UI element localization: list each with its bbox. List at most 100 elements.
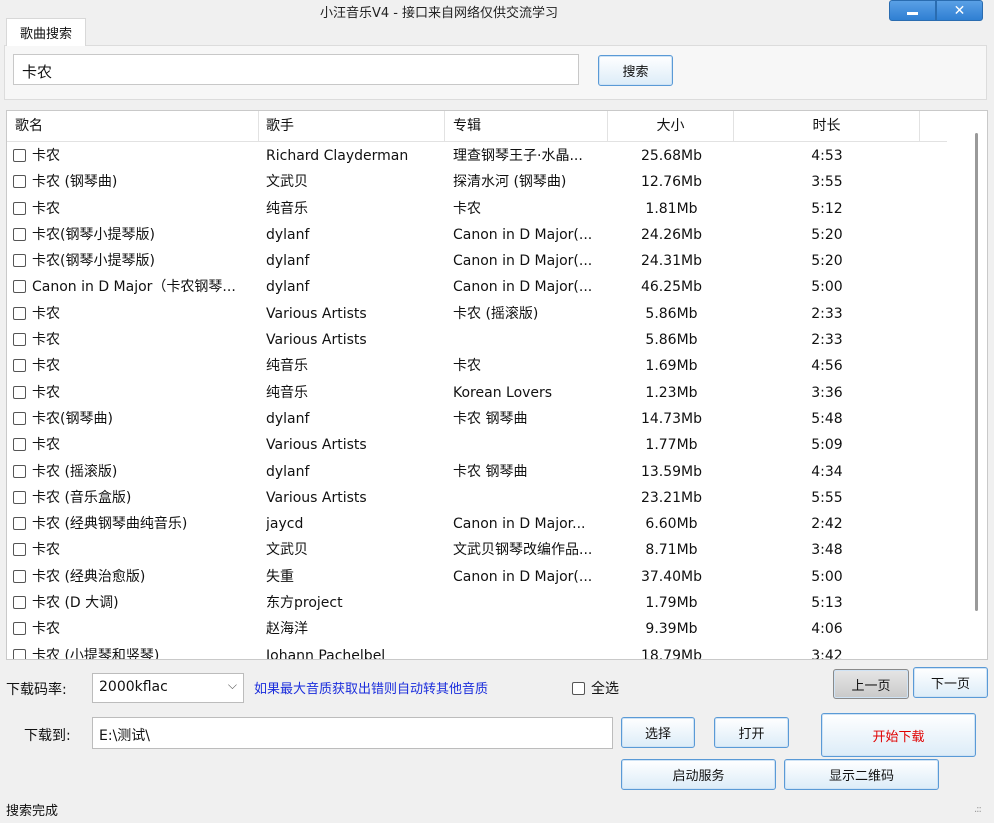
row-checkbox[interactable] (13, 280, 26, 294)
song-name: 卡农 (32, 332, 60, 349)
song-name-cell: 卡农 (13, 327, 258, 353)
bitrate-select[interactable]: 2000kflac ⌵ (92, 673, 244, 703)
song-rows: 卡农 Richard Clayderman 理查钢琴王子·水晶... 25.68Mb 4… (7, 143, 967, 659)
table-row[interactable]: 卡农 纯音乐 卡农 1.81Mb 5:12 (7, 196, 967, 222)
row-checkbox[interactable] (13, 648, 26, 659)
select-all-label: 全选 (591, 681, 619, 697)
start-service-button[interactable]: 启动服务 (621, 759, 776, 790)
song-duration: 3:48 (811, 542, 843, 559)
table-row[interactable]: Canon in D Major（卡农钢琴... dylanf Canon in D… (7, 274, 967, 300)
column-header-name[interactable]: 歌名 (7, 111, 259, 142)
song-artist: dylanf (266, 253, 310, 270)
table-row[interactable]: 卡农 (D 大调) 东方project 1.79Mb 5:13 (7, 590, 967, 616)
song-name-cell: 卡农 (音乐盒版) (13, 485, 258, 511)
row-checkbox[interactable] (13, 438, 26, 452)
table-row[interactable]: 卡农 文武贝 文武贝钢琴改编作品... 8.71Mb 3:48 (7, 537, 967, 563)
song-artist: 失重 (266, 568, 294, 585)
song-size: 5.86Mb (645, 332, 698, 349)
column-header-duration[interactable]: 时长 (734, 111, 920, 142)
song-name-cell: 卡农 (经典钢琴曲纯音乐) (13, 511, 258, 537)
table-row[interactable]: 卡农 (小提琴和竖琴) Johann Pachelbel 18.79Mb 3:42 (7, 643, 967, 659)
row-checkbox[interactable] (13, 411, 26, 425)
bitrate-hint-link[interactable]: 如果最大音质获取出错则自动转其他音质 (254, 678, 488, 697)
row-checkbox[interactable] (13, 596, 26, 610)
row-checkbox[interactable] (13, 359, 26, 373)
list-header: 歌名 歌手 专辑 大小 时长 (7, 111, 947, 142)
song-name-cell: 卡农 (小提琴和竖琴) (13, 643, 258, 659)
row-checkbox[interactable] (13, 175, 26, 189)
scrollbar-thumb[interactable] (975, 133, 978, 611)
table-row[interactable]: 卡农 赵海洋 9.39Mb 4:06 (7, 616, 967, 642)
song-name-cell: 卡农 (13, 196, 258, 222)
close-button[interactable]: ✕ (936, 0, 983, 21)
chevron-down-icon: ⌵ (227, 678, 237, 692)
song-duration: 4:06 (811, 621, 843, 638)
choose-folder-button[interactable]: 选择 (621, 717, 695, 748)
song-album: Korean Lovers (453, 384, 553, 401)
row-checkbox[interactable] (13, 149, 26, 162)
row-checkbox[interactable] (13, 464, 26, 478)
table-row[interactable]: 卡农 Various Artists 卡农 (摇滚版) 5.86Mb 2:33 (7, 301, 967, 327)
column-header-album[interactable]: 专辑 (445, 111, 608, 142)
row-checkbox[interactable] (13, 254, 26, 268)
row-checkbox[interactable] (13, 385, 26, 399)
table-row[interactable]: 卡农 (钢琴曲) 文武贝 探清水河 (钢琴曲) 12.76Mb 3:55 (7, 169, 967, 195)
select-all-checkbox[interactable]: 全选 (572, 678, 619, 698)
song-artist: 纯音乐 (266, 358, 308, 375)
song-name-cell: 卡农 (13, 380, 258, 406)
download-path-input[interactable]: E:\测试\ (92, 717, 613, 749)
row-checkbox[interactable] (13, 517, 26, 531)
table-row[interactable]: 卡农 纯音乐 Korean Lovers 1.23Mb 3:36 (7, 380, 967, 406)
song-name: 卡农 (32, 621, 60, 638)
song-duration: 5:12 (811, 200, 843, 217)
vertical-scrollbar[interactable] (971, 111, 987, 659)
song-name: 卡农 (32, 305, 60, 322)
song-artist: Various Artists (266, 489, 367, 506)
row-checkbox[interactable] (13, 306, 26, 320)
table-row[interactable]: 卡农 (音乐盒版) Various Artists 23.21Mb 5:55 (7, 485, 967, 511)
tab-song-search[interactable]: 歌曲搜索 (6, 18, 86, 46)
table-row[interactable]: 卡农 Richard Clayderman 理查钢琴王子·水晶... 25.68Mb 4… (7, 143, 967, 169)
minimize-button[interactable] (889, 0, 936, 21)
table-row[interactable]: 卡农(钢琴曲) dylanf 卡农 钢琴曲 14.73Mb 5:48 (7, 406, 967, 432)
row-checkbox[interactable] (13, 622, 26, 636)
song-size: 6.60Mb (645, 516, 698, 533)
table-row[interactable]: 卡农 Various Artists 1.77Mb 5:09 (7, 432, 967, 458)
prev-page-button[interactable]: 上一页 (833, 669, 909, 699)
search-input[interactable]: 卡农 (13, 54, 579, 85)
table-row[interactable]: 卡农(钢琴小提琴版) dylanf Canon in D Major(... 24.3… (7, 248, 967, 274)
song-artist: dylanf (266, 410, 310, 427)
minimize-icon (907, 12, 918, 15)
checkbox-icon (572, 682, 585, 695)
resize-grip-icon[interactable]: .:: (974, 804, 982, 815)
start-download-button[interactable]: 开始下载 (821, 713, 976, 757)
row-checkbox[interactable] (13, 227, 26, 241)
song-duration: 4:56 (811, 358, 843, 375)
song-artist: 东方project (266, 595, 343, 612)
song-name-cell: 卡农 (经典治愈版) (13, 564, 258, 590)
close-icon: ✕ (953, 2, 966, 19)
row-checkbox[interactable] (13, 569, 26, 583)
row-checkbox[interactable] (13, 543, 26, 557)
table-row[interactable]: 卡农 Various Artists 5.86Mb 2:33 (7, 327, 967, 353)
row-checkbox[interactable] (13, 490, 26, 504)
column-header-size[interactable]: 大小 (608, 111, 734, 142)
song-name-cell: 卡农 (摇滚版) (13, 459, 258, 485)
show-qrcode-button[interactable]: 显示二维码 (784, 759, 939, 790)
table-row[interactable]: 卡农 纯音乐 卡农 1.69Mb 4:56 (7, 353, 967, 379)
table-row[interactable]: 卡农 (摇滚版) dylanf 卡农 钢琴曲 13.59Mb 4:34 (7, 459, 967, 485)
song-name-cell: 卡农 (13, 537, 258, 563)
song-size: 37.40Mb (640, 568, 703, 585)
next-page-button[interactable]: 下一页 (913, 667, 988, 698)
column-header-artist[interactable]: 歌手 (259, 111, 445, 142)
row-checkbox[interactable] (13, 333, 26, 347)
table-row[interactable]: 卡农 (经典治愈版) 失重 Canon in D Major(... 37.40Mb 5… (7, 564, 967, 590)
table-row[interactable]: 卡农 (经典钢琴曲纯音乐) jaycd Canon in D Major... 6.6… (7, 511, 967, 537)
search-button[interactable]: 搜索 (598, 55, 673, 86)
song-album: 卡农 (453, 200, 481, 217)
open-folder-button[interactable]: 打开 (714, 717, 789, 748)
row-checkbox[interactable] (13, 201, 26, 215)
table-row[interactable]: 卡农(钢琴小提琴版) dylanf Canon in D Major(... 24.2… (7, 222, 967, 248)
song-artist: dylanf (266, 463, 310, 480)
song-duration: 3:55 (811, 174, 843, 191)
